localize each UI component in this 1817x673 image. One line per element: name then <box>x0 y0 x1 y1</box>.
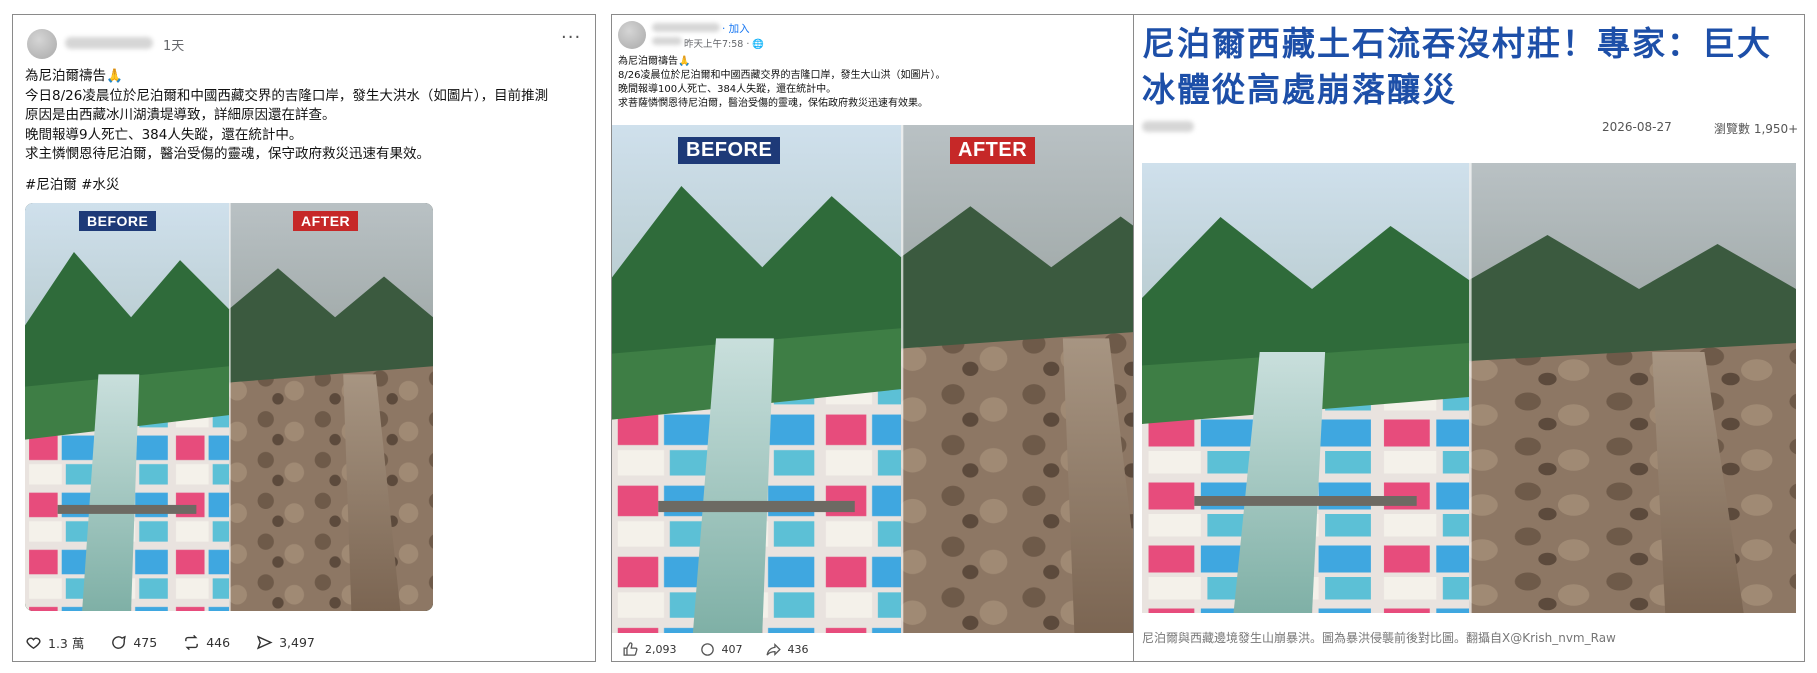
like-button[interactable]: 1.3 萬 <box>25 633 84 652</box>
before-after-image[interactable]: BEFORE AFTER <box>612 125 1188 633</box>
after-label: AFTER <box>950 137 1036 164</box>
article-views: 瀏覽數 1,950+ <box>1714 122 1799 136</box>
after-label: AFTER <box>293 211 359 231</box>
share-icon <box>765 643 781 656</box>
before-after-image[interactable] <box>1142 163 1796 613</box>
article-headline: 尼泊爾西藏土石流吞沒村莊！專家：巨大冰體從高處崩落釀災 <box>1142 24 1772 109</box>
before-label: BEFORE <box>678 137 781 164</box>
like-button[interactable]: 2,093 <box>622 641 677 658</box>
repost-button[interactable]: 446 <box>183 634 230 651</box>
avatar[interactable] <box>27 29 57 59</box>
before-after-image[interactable]: BEFORE AFTER <box>25 203 433 611</box>
post-time: 1天 <box>163 39 185 54</box>
comment-count: 475 <box>133 635 158 650</box>
author-redacted <box>1142 121 1194 132</box>
like-count: 2,093 <box>645 643 677 656</box>
share-count: 3,497 <box>279 635 315 650</box>
username-redacted <box>65 37 153 49</box>
comment-icon <box>112 635 127 649</box>
comment-button[interactable]: 407 <box>699 641 743 658</box>
share-button[interactable]: 436 <box>765 641 809 658</box>
username-redacted <box>652 23 720 32</box>
comment-button[interactable]: 475 <box>110 634 157 651</box>
image-caption: 尼泊爾與西藏邊境發生山崩暴洪。圖為暴洪侵襲前後對比圖。翻攝自X@Krish_nv… <box>1142 631 1616 645</box>
share-button[interactable]: 3,497 <box>256 634 315 651</box>
threads-post-panel: 1天 ··· 為尼泊爾禱告🙏 今日8/26凌晨位於尼泊爾和中國西藏交界的吉隆口岸… <box>12 14 596 662</box>
share-count: 436 <box>787 643 809 656</box>
like-count: 1.3 萬 <box>48 636 85 651</box>
article-date: 2026-08-27 <box>1602 120 1672 134</box>
post-body: 為尼泊爾禱告🙏 8/26凌晨位於尼泊爾和中國西藏交界的吉隆口岸，發生大山洪（如圖… <box>618 56 946 109</box>
post-hashtags[interactable]: #尼泊爾 #水災 <box>25 176 119 196</box>
before-label: BEFORE <box>79 211 157 231</box>
send-icon <box>256 635 273 650</box>
follow-link[interactable]: · 加入 <box>722 21 750 36</box>
heart-icon <box>26 637 41 650</box>
more-icon[interactable]: ··· <box>561 27 581 48</box>
comment-icon <box>700 643 714 656</box>
avatar[interactable] <box>618 21 646 49</box>
comment-count: 407 <box>721 643 743 656</box>
repost-count: 446 <box>206 635 231 650</box>
post-time: 昨天上午7:58 · 🌐 <box>684 39 765 50</box>
page-name-redacted <box>652 37 682 45</box>
post-actions: 1.3 萬 475 446 3,497 <box>25 633 315 652</box>
repost-icon <box>185 634 199 651</box>
post-body: 為尼泊爾禱告🙏 今日8/26凌晨位於尼泊爾和中國西藏交界的吉隆口岸，發生大洪水（… <box>25 68 549 162</box>
facebook-post-panel: · 加入 昨天上午7:58 · 🌐 ··· 為尼泊爾禱告🙏 8/26凌晨位於尼泊… <box>611 14 1189 662</box>
post-actions: 2,093 407 436 <box>622 641 809 658</box>
news-article-panel: 尼泊爾西藏土石流吞沒村莊！專家：巨大冰體從高處崩落釀災 2026-08-27 瀏… <box>1133 14 1805 662</box>
like-icon <box>623 642 638 656</box>
